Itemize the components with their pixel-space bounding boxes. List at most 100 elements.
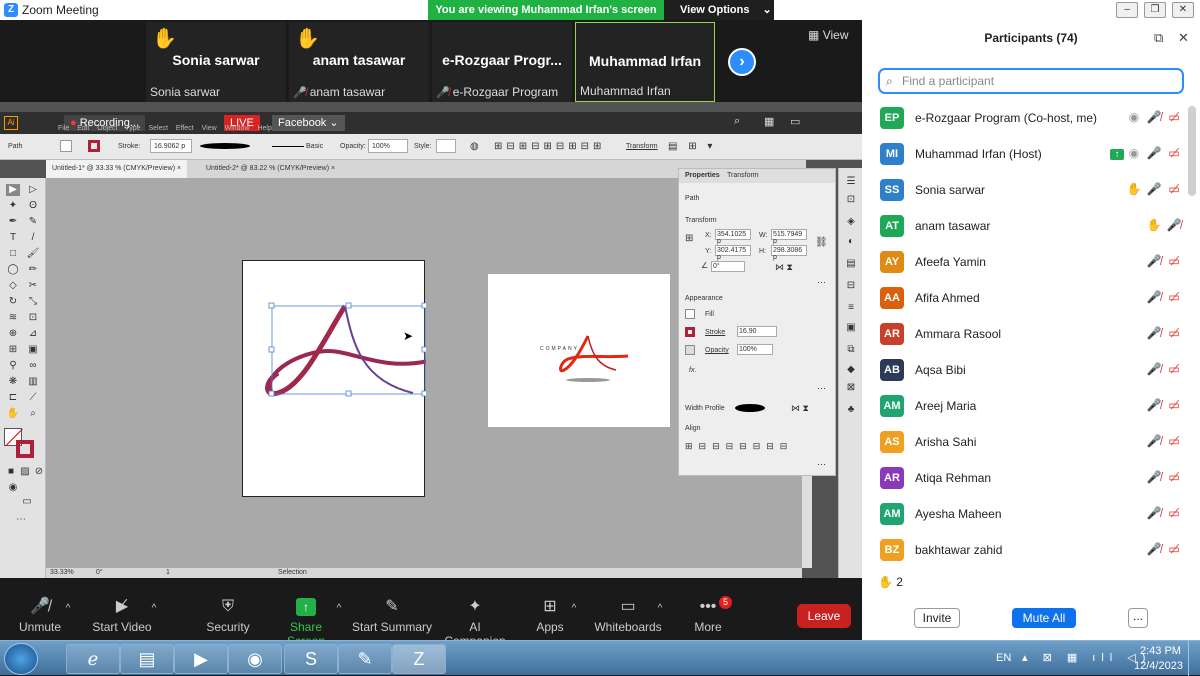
mic-icon[interactable]: 🎤: [1144, 182, 1164, 196]
participant-row[interactable]: AR Ammara Rasool 🎤̸ ▭̸: [862, 316, 1192, 352]
mic-muted-icon[interactable]: 🎤̸: [1164, 218, 1184, 232]
stroke-weight-input[interactable]: 16.9062 p: [150, 139, 192, 153]
menu-file[interactable]: File: [58, 125, 69, 132]
close-button[interactable]: ✕: [1172, 2, 1194, 18]
brush-profile[interactable]: Basic: [306, 143, 323, 150]
search-icon[interactable]: ⌕: [734, 115, 740, 128]
opacity-swatch[interactable]: [685, 345, 695, 355]
magic-wand-icon[interactable]: ✦: [6, 200, 20, 212]
artboard-tool-icon[interactable]: ⊏: [6, 392, 20, 404]
stroke-color-icon[interactable]: [16, 440, 34, 458]
stroke-swatch[interactable]: [88, 140, 100, 152]
curvature-tool-icon[interactable]: ✎: [26, 216, 40, 228]
menu-object[interactable]: Object: [97, 125, 117, 132]
whiteboards-button[interactable]: ▭ Whiteboards: [594, 578, 662, 640]
scale-icon[interactable]: ⤡: [26, 296, 40, 308]
constrain-link-icon[interactable]: ⛓: [815, 237, 828, 248]
video-options-chevron-icon[interactable]: ^: [148, 578, 160, 640]
participant-scrollbar[interactable]: [1188, 106, 1196, 196]
video-tile[interactable]: e-Rozgaar Progr... 🎤̸ e-Rozgaar Program: [432, 22, 572, 102]
artboards-dock-icon[interactable]: ⧉: [844, 344, 858, 356]
shape-builder-icon[interactable]: ⊕: [6, 328, 20, 340]
recolor-icon[interactable]: ◍: [470, 141, 479, 152]
opacity-label-panel[interactable]: Opacity: [705, 347, 729, 354]
invite-button[interactable]: Invite: [914, 608, 960, 628]
more-tools-icon[interactable]: ⋯: [14, 514, 28, 526]
mic-icon[interactable]: 🎤: [1144, 146, 1164, 160]
menu-type[interactable]: Type: [125, 125, 140, 132]
arrange-icon[interactable]: ▦: [764, 115, 774, 128]
stroke-swatch-panel[interactable]: [685, 327, 695, 337]
share-options-chevron-icon[interactable]: ^: [333, 578, 345, 640]
close-panel-icon[interactable]: ✕: [1178, 30, 1189, 46]
stroke-dock-icon[interactable]: ≡: [844, 302, 858, 314]
clock-date[interactable]: 12/4/2023: [1134, 660, 1183, 672]
color-mode-icon[interactable]: ■: [4, 466, 18, 478]
participant-row[interactable]: EP e-Rozgaar Program (Co-host, me) ◉ 🎤̸ ▭̸: [862, 100, 1192, 136]
participant-row[interactable]: AY Afeefa Yamin 🎤̸ ▭̸: [862, 244, 1192, 280]
draw-mode-icon[interactable]: ◉: [6, 482, 20, 494]
unmute-button[interactable]: 🎤̸ Unmute: [10, 578, 70, 640]
participant-row[interactable]: AT anam tasawar ✋ 🎤̸: [862, 208, 1192, 244]
maximize-button[interactable]: ❐: [1144, 2, 1166, 18]
fill-swatch[interactable]: [60, 140, 72, 152]
variable-width-profile[interactable]: [200, 143, 250, 149]
tab-properties[interactable]: Properties: [685, 172, 720, 179]
mute-all-button[interactable]: Mute All: [1012, 608, 1076, 628]
layers-dock-icon[interactable]: ◆: [844, 364, 858, 376]
participant-row[interactable]: AM Ayesha Maheen 🎤̸ ▭̸: [862, 496, 1192, 532]
leave-button[interactable]: Leave: [797, 604, 851, 628]
more-options-icon[interactable]: ⋯: [817, 459, 826, 470]
shaper-tool-icon[interactable]: ◯: [6, 264, 20, 276]
transform-link[interactable]: Transform: [626, 143, 658, 150]
flip-profile-icons[interactable]: ⋈ ⧗: [791, 403, 809, 414]
pen-tool-icon[interactable]: ✒: [6, 216, 20, 228]
fx-button[interactable]: fx.: [689, 367, 696, 374]
ai-companion-button[interactable]: ✦AI Companion: [438, 578, 512, 648]
slice-tool-icon[interactable]: ⟋: [26, 392, 40, 404]
blend-icon[interactable]: ∞: [26, 360, 40, 372]
clock-time[interactable]: 2:43 PM: [1140, 645, 1181, 657]
tab-transform[interactable]: Transform: [727, 172, 759, 179]
more-button[interactable]: ••• More: [688, 578, 728, 640]
opacity-input[interactable]: 100%: [368, 139, 408, 153]
mic-muted-icon[interactable]: 🎤̸: [1144, 326, 1164, 340]
share-screen-button[interactable]: ↑Share Screen: [272, 578, 340, 648]
artboard-number[interactable]: 1: [166, 569, 170, 576]
w-input[interactable]: 515.7949 p: [771, 229, 807, 245]
video-tile-active[interactable]: Muhammad Irfan Muhammad Irfan: [575, 22, 715, 102]
mesh-icon[interactable]: ⊞: [6, 344, 20, 356]
participant-row[interactable]: AR Atiqa Rehman 🎤̸ ▭̸: [862, 460, 1192, 496]
mic-muted-icon[interactable]: 🎤̸: [1144, 362, 1164, 376]
minimize-button[interactable]: –: [1116, 2, 1138, 18]
transparency-dock-icon[interactable]: ▣: [844, 322, 858, 334]
rotation-value[interactable]: 0°: [96, 569, 103, 576]
stroke-label-panel[interactable]: Stroke: [705, 329, 725, 336]
rectangle-tool-icon[interactable]: □: [6, 248, 20, 260]
close-icon[interactable]: ×: [177, 165, 181, 172]
start-button[interactable]: [4, 643, 38, 675]
zoom-tool-icon[interactable]: ⌕: [26, 408, 40, 420]
h-input[interactable]: 298.3086 p: [771, 245, 807, 261]
none-mode-icon[interactable]: ⊘: [32, 466, 46, 478]
tab-untitled-2[interactable]: Untitled-2* @ 83.22 % (CMYK/Preview) ×: [200, 160, 341, 178]
transform-dock-icon[interactable]: ⊡: [844, 194, 858, 206]
audio-options-chevron-icon[interactable]: ^: [62, 578, 74, 640]
eraser-icon[interactable]: ◇: [6, 280, 20, 292]
language-indicator[interactable]: EN: [996, 652, 1011, 664]
mic-muted-icon[interactable]: 🎤̸: [1144, 290, 1164, 304]
close-icon[interactable]: ×: [331, 165, 335, 172]
zoom-taskbar-icon[interactable]: Z: [392, 644, 446, 674]
rotate-icon[interactable]: ↻: [6, 296, 20, 308]
participant-row[interactable]: AB Aqsa Bibi 🎤̸ ▭̸: [862, 352, 1192, 388]
participant-row[interactable]: AS Arisha Sahi 🎤̸ ▭̸: [862, 424, 1192, 460]
control-more-icons[interactable]: ▤ ⊞ ▾: [668, 141, 716, 152]
gradient-dock-icon[interactable]: ▤: [844, 258, 858, 270]
opacity-input-panel[interactable]: 100%: [737, 344, 773, 355]
show-desktop-button[interactable]: [1188, 641, 1200, 676]
menu-help[interactable]: Help: [257, 125, 271, 132]
properties-dock-icon[interactable]: ☰: [844, 176, 858, 188]
free-transform-icon[interactable]: ⊡: [26, 312, 40, 324]
mic-muted-icon[interactable]: 🎤̸: [1144, 398, 1164, 412]
angle-input[interactable]: 0°: [711, 261, 745, 272]
